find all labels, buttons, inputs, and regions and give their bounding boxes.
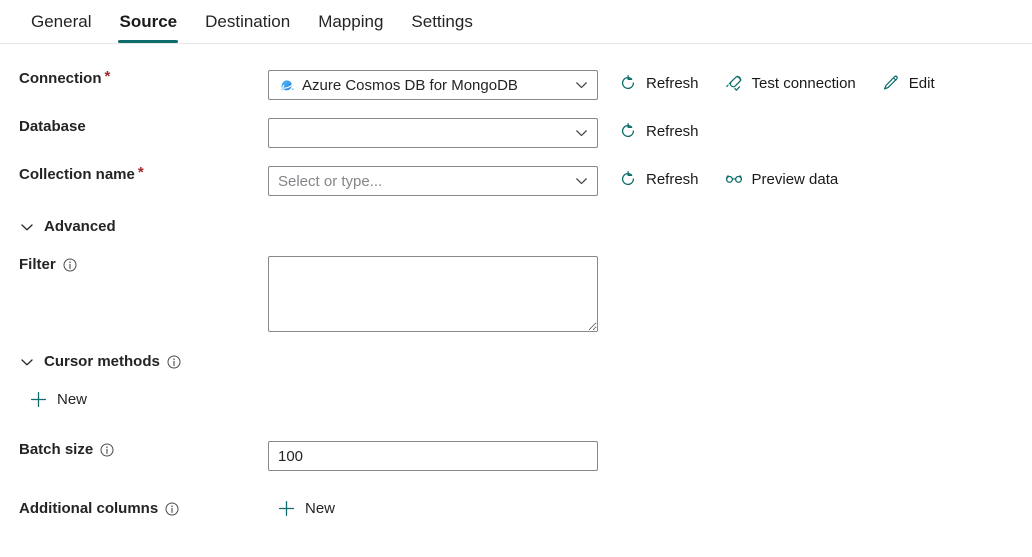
cursor-methods-new-label: New (57, 391, 88, 408)
collection-name-required-asterisk: * (137, 164, 144, 181)
info-icon[interactable] (165, 502, 179, 516)
cursor-methods-section-label: Cursor methods (44, 353, 160, 370)
glasses-icon (725, 175, 742, 183)
database-label: Database (0, 118, 268, 135)
connection-row: Connection * Azure Cosmos DB for MongoDB… (0, 68, 1032, 100)
test-connection-label: Test connection (751, 74, 856, 92)
tab-destination-label: Destination (205, 11, 291, 31)
cursor-methods-section-header[interactable]: Cursor methods (0, 353, 1032, 370)
additional-columns-new-label: New (305, 500, 336, 517)
info-icon-glyph (100, 443, 114, 456)
additional-columns-field-wrap: New (268, 500, 608, 522)
plus-icon (278, 500, 295, 517)
tab-source-label: Source (119, 11, 178, 31)
info-icon-glyph (165, 502, 179, 515)
tab-source[interactable]: Source (105, 0, 191, 43)
database-commands: Refresh (619, 118, 699, 140)
additional-columns-new-button[interactable]: New (278, 500, 335, 517)
edit-connection-button[interactable]: Edit (882, 74, 935, 92)
pencil-icon (883, 75, 898, 90)
tab-settings[interactable]: Settings (397, 0, 486, 43)
batch-size-field-wrap (268, 441, 598, 471)
collection-name-label-text: Collection name (19, 166, 135, 183)
database-field-wrap (268, 118, 598, 148)
refresh-icon (621, 75, 635, 89)
filter-label: Filter (0, 256, 268, 273)
cursor-methods-new-row: New (0, 391, 1032, 413)
connection-dropdown[interactable]: Azure Cosmos DB for MongoDB (268, 70, 598, 100)
batch-size-input[interactable] (268, 441, 598, 471)
info-icon[interactable] (63, 258, 77, 272)
database-row: Database Refresh (0, 118, 1032, 148)
collection-name-dropdown[interactable]: Select or type... (268, 166, 598, 196)
collection-name-commands: Refresh Preview data (619, 166, 838, 188)
tab-general[interactable]: General (17, 0, 105, 43)
plus-icon (30, 391, 47, 408)
connection-required-asterisk: * (104, 68, 111, 85)
tab-destination[interactable]: Destination (191, 0, 304, 43)
cursor-methods-new-button[interactable]: New (30, 391, 87, 408)
database-refresh-button[interactable]: Refresh (619, 122, 699, 140)
collection-name-label: Collection name * (0, 164, 268, 183)
connection-refresh-label: Refresh (646, 74, 699, 92)
collection-name-row: Collection name * Select or type... Refr… (0, 164, 1032, 196)
refresh-icon (621, 123, 635, 137)
batch-size-label: Batch size (0, 441, 268, 458)
database-refresh-label: Refresh (646, 122, 699, 140)
chevron-down-icon (21, 223, 33, 230)
collection-refresh-label: Refresh (646, 170, 699, 188)
connection-refresh-button[interactable]: Refresh (619, 74, 699, 92)
tab-general-label: General (31, 11, 92, 31)
chevron-down-icon (576, 178, 587, 185)
connection-label-text: Connection (19, 70, 102, 87)
connection-field-wrap: Azure Cosmos DB for MongoDB (268, 70, 598, 100)
source-form: Connection * Azure Cosmos DB for MongoDB… (0, 44, 1032, 530)
tab-settings-label: Settings (411, 11, 473, 31)
filter-label-text: Filter (19, 256, 56, 273)
chevron-down-icon (21, 358, 33, 365)
additional-columns-row: Additional columns New (0, 500, 1032, 530)
azure-cosmos-db-icon (280, 78, 295, 90)
tab-mapping-label: Mapping (318, 11, 384, 31)
database-dropdown[interactable] (268, 118, 598, 148)
info-icon[interactable] (167, 355, 181, 369)
batch-size-label-text: Batch size (19, 441, 94, 458)
info-icon-glyph (167, 355, 181, 368)
collection-name-placeholder: Select or type... (278, 172, 383, 190)
filter-textarea[interactable] (268, 256, 598, 332)
refresh-icon (621, 171, 635, 185)
database-label-text: Database (19, 118, 86, 135)
connection-value: Azure Cosmos DB for MongoDB (302, 76, 518, 94)
collection-name-field-wrap: Select or type... (268, 166, 598, 196)
collection-refresh-button[interactable]: Refresh (619, 170, 699, 188)
advanced-section-label: Advanced (44, 218, 116, 235)
advanced-section-header[interactable]: Advanced (0, 218, 1032, 235)
info-icon-glyph (63, 258, 77, 271)
preview-data-button[interactable]: Preview data (725, 170, 839, 188)
batch-size-row: Batch size (0, 441, 1032, 471)
connection-commands: Refresh Test connection Edit (619, 70, 935, 92)
filter-field-wrap (268, 256, 598, 332)
edit-connection-label: Edit (908, 74, 935, 92)
test-connection-button[interactable]: Test connection (725, 74, 856, 92)
additional-columns-label-text: Additional columns (19, 500, 159, 517)
tab-mapping[interactable]: Mapping (304, 0, 397, 43)
preview-data-label: Preview data (751, 170, 839, 188)
tab-strip: General Source Destination Mapping Setti… (0, 0, 1032, 44)
chevron-down-icon (576, 130, 587, 137)
connection-label: Connection * (0, 68, 268, 87)
info-icon[interactable] (100, 443, 114, 457)
chevron-down-icon (576, 82, 587, 89)
plug-check-icon (725, 75, 742, 91)
additional-columns-label: Additional columns (0, 500, 268, 517)
filter-row: Filter (0, 256, 1032, 332)
